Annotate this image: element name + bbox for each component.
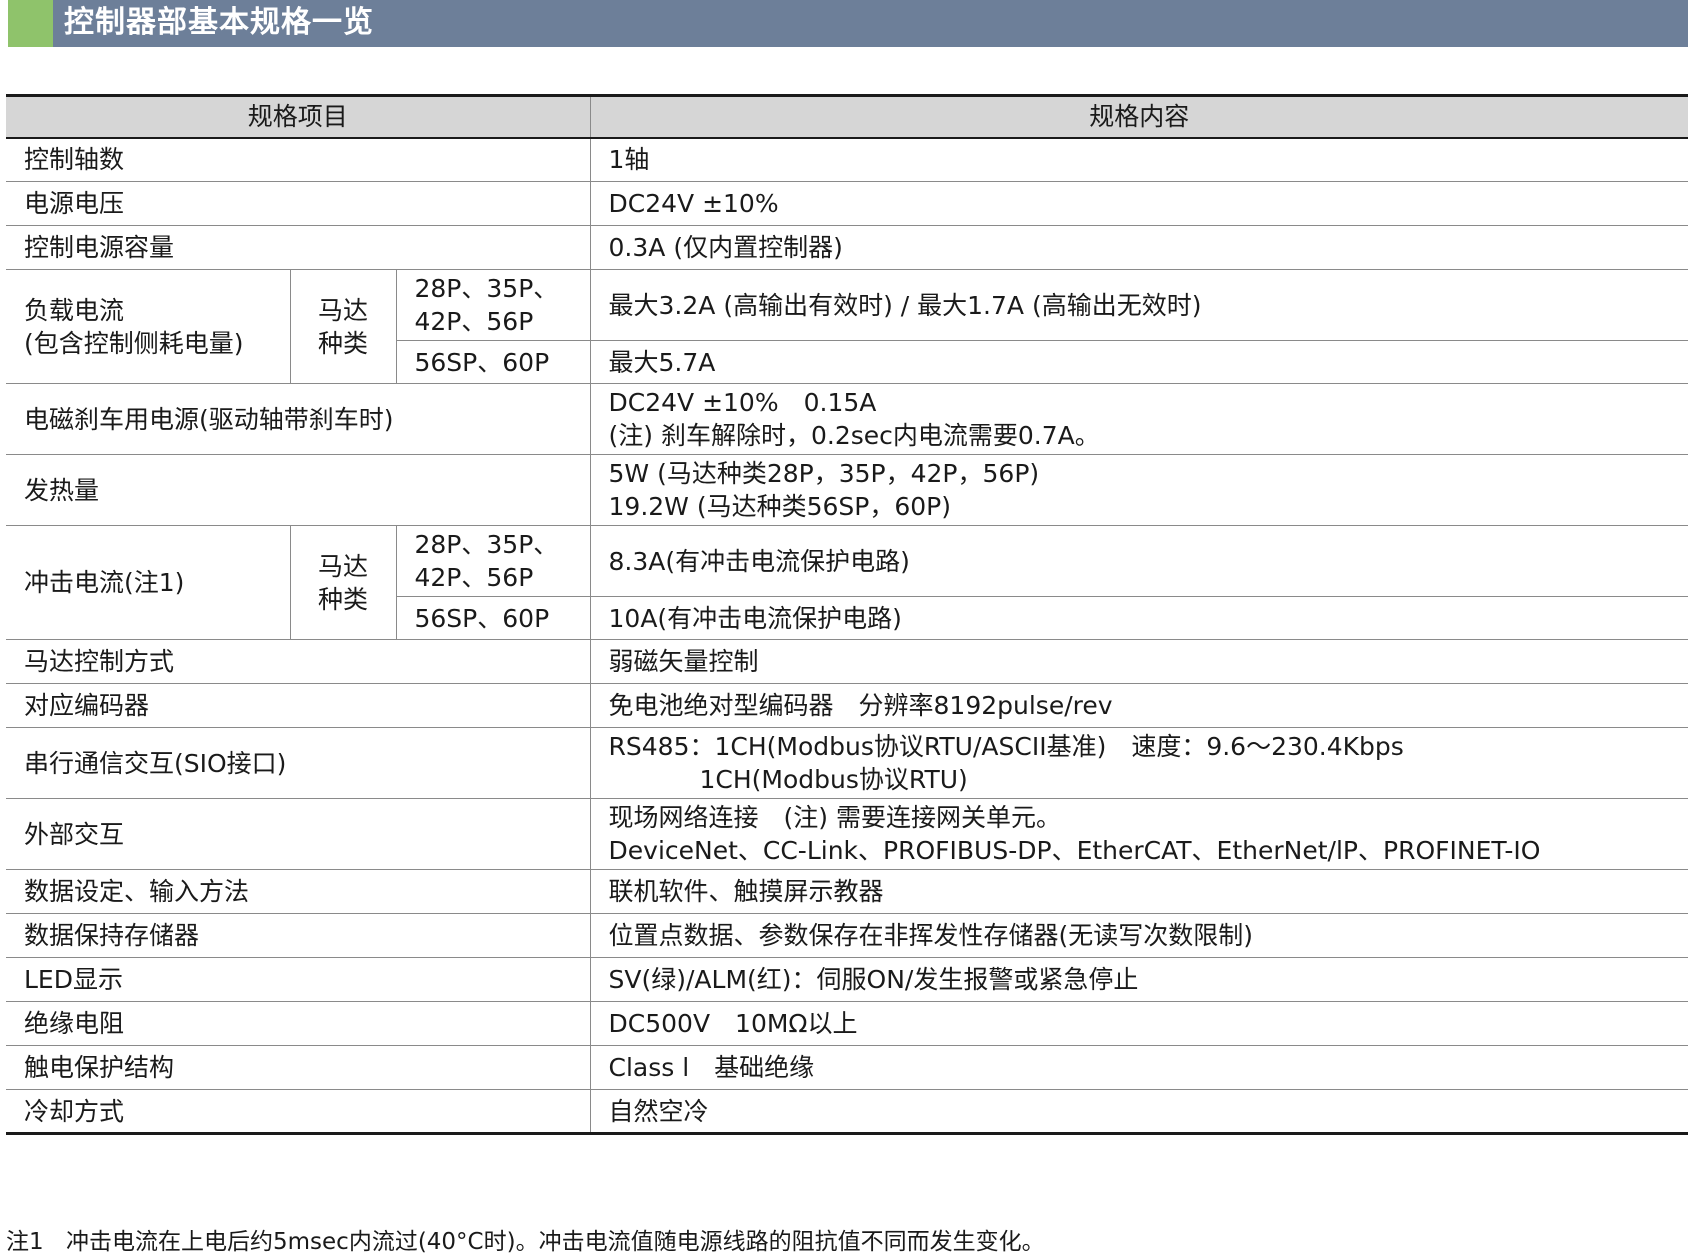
spec-value: 5W (马达种类28P，35P，42P，56P) 19.2W (马达种类56SP… xyxy=(589,454,1689,526)
spec-item-label: 冷却方式 xyxy=(24,1096,125,1126)
spec-item-label: 对应编码器 xyxy=(6,683,591,728)
spec-item-label: 控制轴数 xyxy=(6,137,591,182)
table-row: 冲击电流(注1) 马达 种类 28P、35P、 42P、56P 8.3A(有冲击… xyxy=(6,525,1689,640)
spec-table: 规格项目 规格内容 控制轴数 1轴 电源电压 DC24V ±10% 控制电源容量… xyxy=(6,94,1689,1135)
motor-type-cell: 28P、35P、 42P、56P xyxy=(395,525,591,597)
footnote: 注1 冲击电流在上电后约5msec内流过(40°C时)。冲击电流值随电源线路的阻抗… xyxy=(6,1228,1045,1256)
spec-value: 位置点数据、参数保存在非挥发性存储器(无读写次数限制) xyxy=(589,913,1689,958)
table-row: 马达控制方式 弱磁矢量控制 xyxy=(6,639,1689,684)
spec-item-label: 控制电源容量 xyxy=(6,225,591,270)
section-header: 控制器部基本规格一览 xyxy=(8,0,1688,47)
table-row: 触电保护结构 Class l 基础绝缘 xyxy=(6,1045,1689,1090)
spec-item-label: 负载电流 (包含控制侧耗电量) xyxy=(6,269,290,384)
spec-item-label: LED显示 xyxy=(6,957,591,1002)
spec-item-label: 绝缘电阻 xyxy=(6,1001,591,1046)
spec-value: 现场网络连接 (注) 需要连接网关单元。 DeviceNet、CC-Link、P… xyxy=(589,798,1689,870)
spec-value: 联机软件、触摸屏示教器 xyxy=(589,869,1689,914)
spec-item-label: 发热量 xyxy=(6,454,591,526)
motor-type-label: 马达 种类 xyxy=(289,525,396,640)
table-row: 控制轴数 1轴 xyxy=(6,137,1689,182)
spec-value: Class l 基础绝缘 xyxy=(589,1045,1689,1090)
header-content: 规格内容 xyxy=(589,95,1689,139)
motor-type-cell: 28P、35P、 42P、56P xyxy=(395,269,591,341)
table-row: 负载电流 (包含控制侧耗电量) 马达 种类 28P、35P、 42P、56P 最… xyxy=(6,269,1689,384)
spec-value: 最大3.2A (高输出有效时) / 最大1.7A (高输出无效时) xyxy=(589,269,1689,341)
motor-type-label: 马达 种类 xyxy=(289,269,396,384)
spec-value: 8.3A(有冲击电流保护电路) xyxy=(589,525,1689,597)
spec-item-label: 电磁刹车用电源(驱动轴带刹车时) xyxy=(6,383,591,455)
table-row: 绝缘电阻 DC500V 10MΩ以上 xyxy=(6,1001,1689,1046)
header-accent-bar xyxy=(8,0,53,47)
spec-value: DC24V ±10% 0.15A (注) 刹车解除时，0.2sec内电流需要0.… xyxy=(589,383,1689,455)
spec-item-label: 数据设定、输入方法 xyxy=(6,869,591,914)
spec-value: 10A(有冲击电流保护电路) xyxy=(589,596,1689,640)
spec-value: DC500V 10MΩ以上 xyxy=(589,1001,1689,1046)
spec-value: 免电池绝对型编码器 分辨率8192pulse/rev xyxy=(589,683,1689,728)
table-row: 数据保持存储器 位置点数据、参数保存在非挥发性存储器(无读写次数限制) xyxy=(6,913,1689,958)
spec-value: SV(绿)/ALM(红)：伺服ON/发生报警或紧急停止 xyxy=(589,957,1689,1002)
spec-value: 弱磁矢量控制 xyxy=(589,639,1689,684)
load-current-label-line: (包含控制侧耗电量) xyxy=(24,328,244,358)
load-current-label-line: 负载电流 xyxy=(24,295,125,325)
table-row: LED显示 SV(绿)/ALM(红)：伺服ON/发生报警或紧急停止 xyxy=(6,957,1689,1002)
spec-item-label: 触电保护结构 xyxy=(6,1045,591,1090)
motor-type-cell: 56SP、60P xyxy=(395,340,591,384)
spec-item-label: 电源电压 xyxy=(6,181,591,226)
table-row: 外部交互 现场网络连接 (注) 需要连接网关单元。 DeviceNet、CC-L… xyxy=(6,798,1689,870)
spec-item-label: 冲击电流(注1) xyxy=(6,525,290,640)
spec-item-label: 马达控制方式 xyxy=(6,639,591,684)
table-row: 电磁刹车用电源(驱动轴带刹车时) DC24V ±10% 0.15A (注) 刹车… xyxy=(6,383,1689,455)
spec-value: 0.3A (仅内置控制器) xyxy=(589,225,1689,270)
spec-item-label: 数据保持存储器 xyxy=(6,913,591,958)
section-title: 控制器部基本规格一览 xyxy=(64,5,374,40)
spec-value: DC24V ±10% xyxy=(589,181,1689,226)
table-row: 对应编码器 免电池绝对型编码器 分辨率8192pulse/rev xyxy=(6,683,1689,728)
footnote-text: 冲击电流在上电后约5msec内流过(40°C时)。冲击电流值随电源线路的阻抗值不… xyxy=(66,1229,1045,1255)
table-row: 控制电源容量 0.3A (仅内置控制器) xyxy=(6,225,1689,270)
spec-item-label: 外部交互 xyxy=(6,798,591,870)
table-row: 冷却方式 自然空冷 xyxy=(6,1089,1689,1134)
spec-item-label: 串行通信交互(SIO接口) xyxy=(6,727,591,799)
motor-type-cell: 56SP、60P xyxy=(395,596,591,640)
table-row: 电源电压 DC24V ±10% xyxy=(6,181,1689,226)
header-item: 规格项目 xyxy=(6,95,591,139)
table-row: 发热量 5W (马达种类28P，35P，42P，56P) 19.2W (马达种类… xyxy=(6,454,1689,526)
spec-value: 1轴 xyxy=(589,137,1689,182)
spec-value: 最大5.7A xyxy=(589,340,1689,384)
table-row: 串行通信交互(SIO接口) RS485：1CH(Modbus协议RTU/ASCI… xyxy=(6,727,1689,799)
table-row: 数据设定、输入方法 联机软件、触摸屏示教器 xyxy=(6,869,1689,914)
spec-value: RS485：1CH(Modbus协议RTU/ASCII基准) 速度：9.6～23… xyxy=(589,727,1689,799)
spec-value: 自然空冷 xyxy=(589,1089,1689,1134)
table-header-row: 规格项目 规格内容 xyxy=(6,95,1689,139)
footnote-mark: 注1 xyxy=(6,1229,44,1255)
